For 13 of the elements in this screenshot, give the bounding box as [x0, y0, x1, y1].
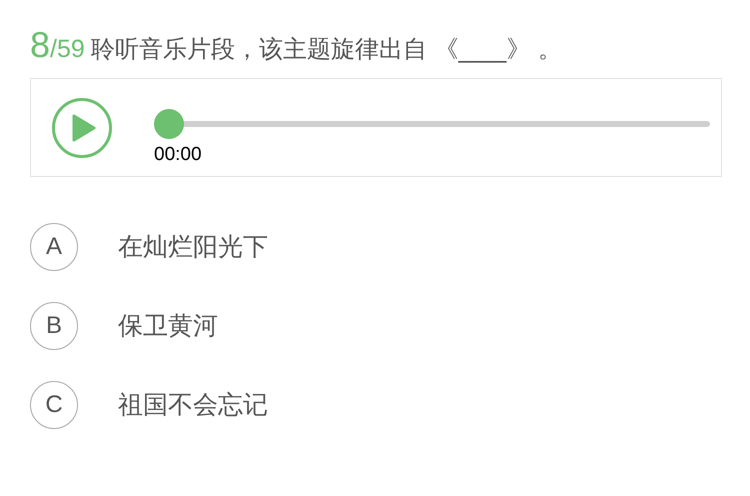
- play-icon: [72, 114, 96, 142]
- question-text: 聆听音乐片段，该主题旋律出自 《____》 。: [90, 34, 562, 65]
- question-number: 8: [30, 23, 50, 67]
- option-text[interactable]: 保卫黄河: [118, 307, 218, 345]
- option-text[interactable]: 在灿烂阳光下: [118, 228, 268, 266]
- option-text[interactable]: 祖国不会忘记: [118, 386, 268, 424]
- option-letter[interactable]: C: [30, 381, 78, 429]
- option-letter[interactable]: B: [30, 302, 78, 350]
- play-button[interactable]: [52, 98, 112, 158]
- option-letter[interactable]: A: [30, 223, 78, 271]
- time-label: 00:00: [154, 145, 202, 164]
- question-total: /59: [50, 34, 85, 65]
- progress-thumb[interactable]: [154, 109, 184, 139]
